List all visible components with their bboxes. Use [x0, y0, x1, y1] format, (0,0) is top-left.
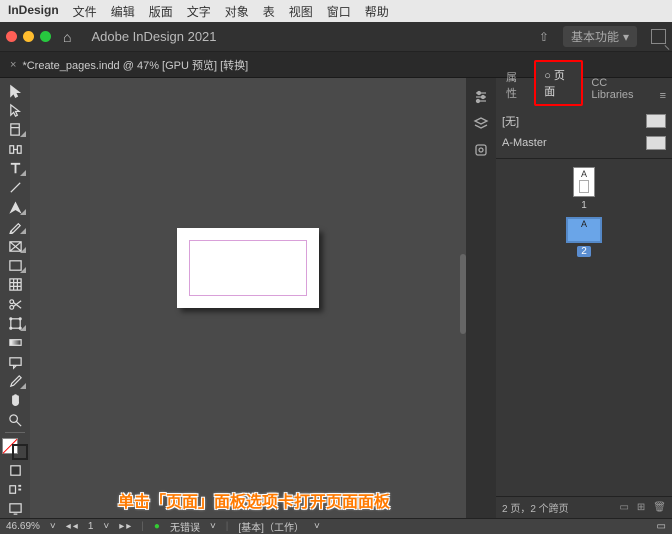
- menu-edit[interactable]: 编辑: [111, 3, 135, 20]
- line-tool-icon[interactable]: [2, 179, 28, 197]
- delete-page-icon[interactable]: 🗑: [653, 502, 666, 513]
- page-count-label: 2 页，2 个跨页: [502, 500, 569, 515]
- page-number: 1: [581, 200, 587, 211]
- rect-frame-tool-icon[interactable]: [2, 237, 28, 255]
- master-thumb-icon: [646, 136, 666, 150]
- share-icon[interactable]: ⇧: [539, 30, 549, 44]
- next-page-icon[interactable]: ▸: [126, 521, 131, 532]
- work-profile[interactable]: [基本]（工作）: [238, 519, 304, 534]
- document-page[interactable]: [177, 228, 319, 308]
- rectangle-tool-icon[interactable]: [2, 256, 28, 274]
- grid-tool-icon[interactable]: [2, 276, 28, 294]
- zoom-level[interactable]: 46.69%: [6, 521, 40, 532]
- document-tab[interactable]: × *Create_pages.indd @ 47% [GPU 预览] [转换]: [0, 52, 258, 77]
- close-window-button[interactable]: [6, 31, 17, 42]
- fullscreen-window-button[interactable]: [40, 31, 51, 42]
- free-transform-tool-icon[interactable]: [2, 314, 28, 332]
- panel-menu-icon[interactable]: ≡: [656, 86, 670, 106]
- menu-file[interactable]: 文件: [73, 3, 97, 20]
- tab-cc-libraries[interactable]: CC Libraries: [583, 72, 655, 106]
- panel-dock: [466, 78, 496, 518]
- screen-mode-icon[interactable]: [2, 500, 28, 518]
- page-item-1[interactable]: A 1: [573, 167, 595, 211]
- app-name[interactable]: InDesign: [8, 3, 59, 20]
- master-a[interactable]: A-Master: [502, 132, 666, 154]
- page-tool-icon[interactable]: [2, 121, 28, 139]
- apply-color-icon[interactable]: [2, 461, 28, 479]
- menu-type[interactable]: 文字: [187, 3, 211, 20]
- panel-tabs: 属性 ○ 页面 CC Libraries ≡: [496, 78, 672, 106]
- zoom-tool-icon[interactable]: [2, 411, 28, 429]
- tab-pages[interactable]: ○ 页面: [534, 60, 583, 106]
- type-tool-icon[interactable]: [2, 159, 28, 177]
- page-item-2[interactable]: A 2: [566, 217, 602, 257]
- master-label: [无]: [502, 113, 519, 129]
- pages-panel: 属性 ○ 页面 CC Libraries ≡ [无] A-Master A 1 …: [496, 78, 672, 518]
- note-tool-icon[interactable]: [2, 353, 28, 371]
- pencil-tool-icon[interactable]: [2, 218, 28, 236]
- page-field[interactable]: 1: [88, 521, 94, 532]
- close-tab-icon[interactable]: ×: [10, 59, 16, 71]
- menu-layout[interactable]: 版面: [149, 3, 173, 20]
- gradient-swatch-tool-icon[interactable]: [2, 334, 28, 352]
- menu-object[interactable]: 对象: [225, 3, 249, 20]
- master-label: A-Master: [502, 137, 547, 149]
- gap-tool-icon[interactable]: [2, 140, 28, 158]
- menu-window[interactable]: 窗口: [327, 3, 351, 20]
- panel-footer: 2 页，2 个跨页 ▭ ⊞ 🗑: [496, 496, 672, 518]
- canvas[interactable]: [30, 78, 466, 518]
- prev-spread-icon[interactable]: ◂: [73, 521, 78, 532]
- scissors-tool-icon[interactable]: [2, 295, 28, 313]
- page-thumbnail-selected[interactable]: A: [566, 217, 602, 243]
- minimize-window-button[interactable]: [23, 31, 34, 42]
- vertical-scrollbar[interactable]: [460, 254, 466, 334]
- pages-list: A 1 A 2: [496, 159, 672, 496]
- margin-guides: [189, 240, 307, 296]
- master-thumb-icon: [646, 114, 666, 128]
- pen-tool-icon[interactable]: [2, 198, 28, 216]
- next-spread-icon[interactable]: ▸: [119, 521, 124, 532]
- eyedropper-tool-icon[interactable]: [2, 372, 28, 390]
- workspace-dropdown[interactable]: 基本功能 ▾: [563, 26, 637, 47]
- layers-dock-icon[interactable]: [471, 114, 491, 134]
- toolbox: [0, 78, 30, 518]
- view-mode-icon[interactable]: ▭: [657, 521, 666, 532]
- fill-stroke-swatch[interactable]: [2, 438, 28, 460]
- home-icon[interactable]: ⌂: [63, 29, 71, 45]
- status-bar: 46.69%˅ ◂◂ 1˅ ▸▸ | ● 无错误˅ | [基本]（工作）˅ ▭: [0, 518, 672, 534]
- page-number: 2: [577, 246, 591, 257]
- preflight-status[interactable]: 无错误: [170, 519, 200, 534]
- preflight-status-icon[interactable]: ●: [154, 521, 160, 532]
- properties-dock-icon[interactable]: [471, 88, 491, 108]
- app-menu: InDesign 文件 编辑 版面 文字 对象 表 视图 窗口 帮助: [8, 3, 389, 20]
- tutorial-annotation: 单击「页面」面板选项卡打开页面面板: [118, 488, 390, 512]
- menu-table[interactable]: 表: [263, 3, 275, 20]
- menu-help[interactable]: 帮助: [365, 3, 389, 20]
- edit-page-size-icon[interactable]: ▭: [619, 502, 628, 513]
- new-page-icon[interactable]: ⊞: [637, 502, 645, 513]
- direct-select-tool-icon[interactable]: [2, 101, 28, 119]
- search-icon[interactable]: [651, 29, 666, 44]
- document-name: *Create_pages.indd @ 47% [GPU 预览] [转换]: [22, 57, 248, 73]
- hand-tool-icon[interactable]: [2, 392, 28, 410]
- page-thumbnail[interactable]: A: [573, 167, 595, 197]
- stroke-swatch-icon[interactable]: [12, 444, 28, 460]
- tool-divider: [5, 432, 25, 433]
- format-container-text-icon[interactable]: [2, 480, 28, 498]
- selection-tool-icon[interactable]: [2, 82, 28, 100]
- menu-view[interactable]: 视图: [289, 3, 313, 20]
- app-title: Adobe InDesign 2021: [91, 29, 216, 44]
- macos-menu-bar: InDesign 文件 编辑 版面 文字 对象 表 视图 窗口 帮助: [0, 0, 672, 22]
- masters-section: [无] A-Master: [496, 106, 672, 159]
- cc-libraries-dock-icon[interactable]: [471, 140, 491, 160]
- window-controls: [6, 31, 51, 42]
- tab-properties[interactable]: 属性: [498, 64, 534, 106]
- app-title-bar: ⌂ Adobe InDesign 2021 ⇧ 基本功能 ▾: [0, 22, 672, 52]
- prev-page-icon[interactable]: ◂: [66, 521, 71, 532]
- master-none[interactable]: [无]: [502, 110, 666, 132]
